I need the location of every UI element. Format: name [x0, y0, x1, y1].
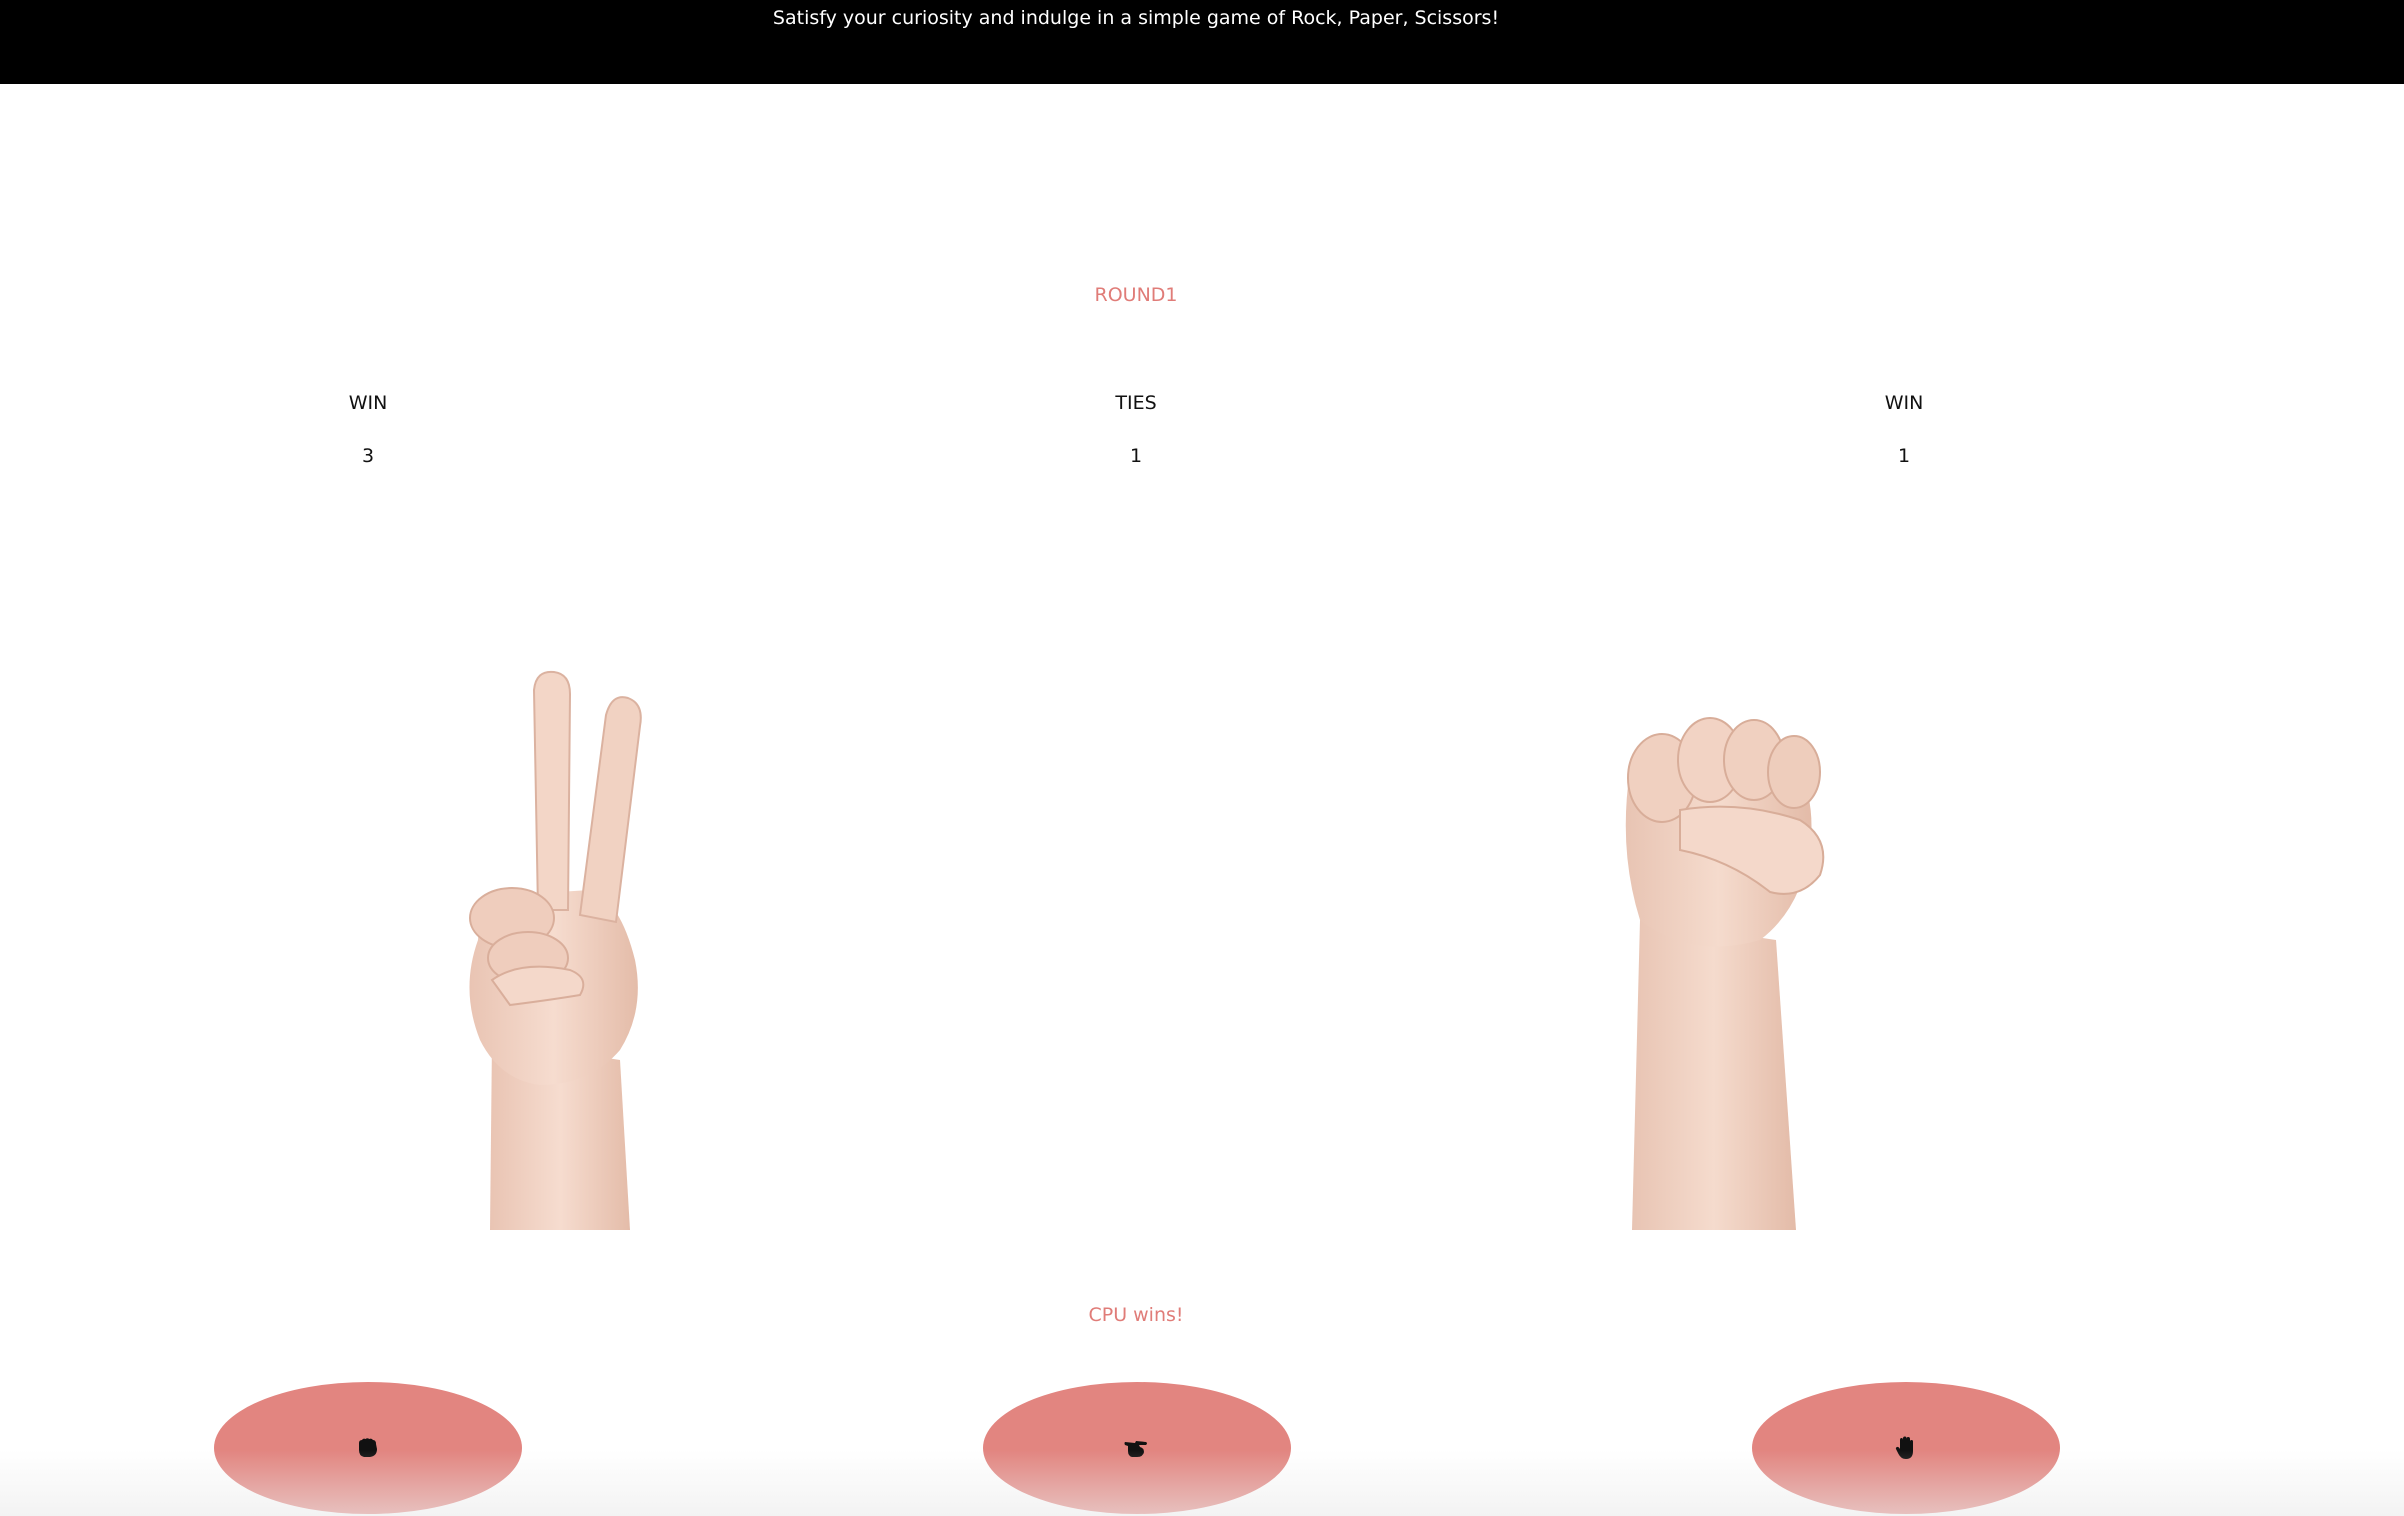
- game-page: Satisfy your curiosity and indulge in a …: [0, 0, 2404, 1516]
- player-score: WIN 3: [168, 388, 568, 471]
- ties-score-value: 1: [1129, 445, 1143, 467]
- ties-score: TIES 1: [936, 388, 1336, 471]
- round-result: CPU wins!: [1088, 1304, 1184, 1326]
- player-score-value: 3: [361, 445, 375, 467]
- open-hand-icon: [1895, 1436, 1913, 1459]
- scissors-button[interactable]: [983, 1382, 1291, 1514]
- tagline: Satisfy your curiosity and indulge in a …: [772, 7, 1500, 29]
- round-label: ROUND1: [1094, 284, 1178, 306]
- top-banner: Satisfy your curiosity and indulge in a …: [0, 0, 2404, 84]
- fist-icon: [359, 1438, 377, 1457]
- scissors-hand-icon: [1124, 1441, 1147, 1457]
- rock-button[interactable]: [214, 1382, 522, 1514]
- cpu-score-label: WIN: [1884, 392, 1924, 414]
- paper-button[interactable]: [1752, 1382, 2060, 1514]
- player-score-label: WIN: [348, 392, 388, 414]
- ties-score-label: TIES: [1115, 392, 1157, 414]
- player-hand-scissors-image: [469, 670, 642, 1230]
- cpu-hand-rock-image: [1625, 717, 1825, 1230]
- cpu-score: WIN 1: [1704, 388, 2104, 471]
- cpu-score-value: 1: [1897, 445, 1911, 467]
